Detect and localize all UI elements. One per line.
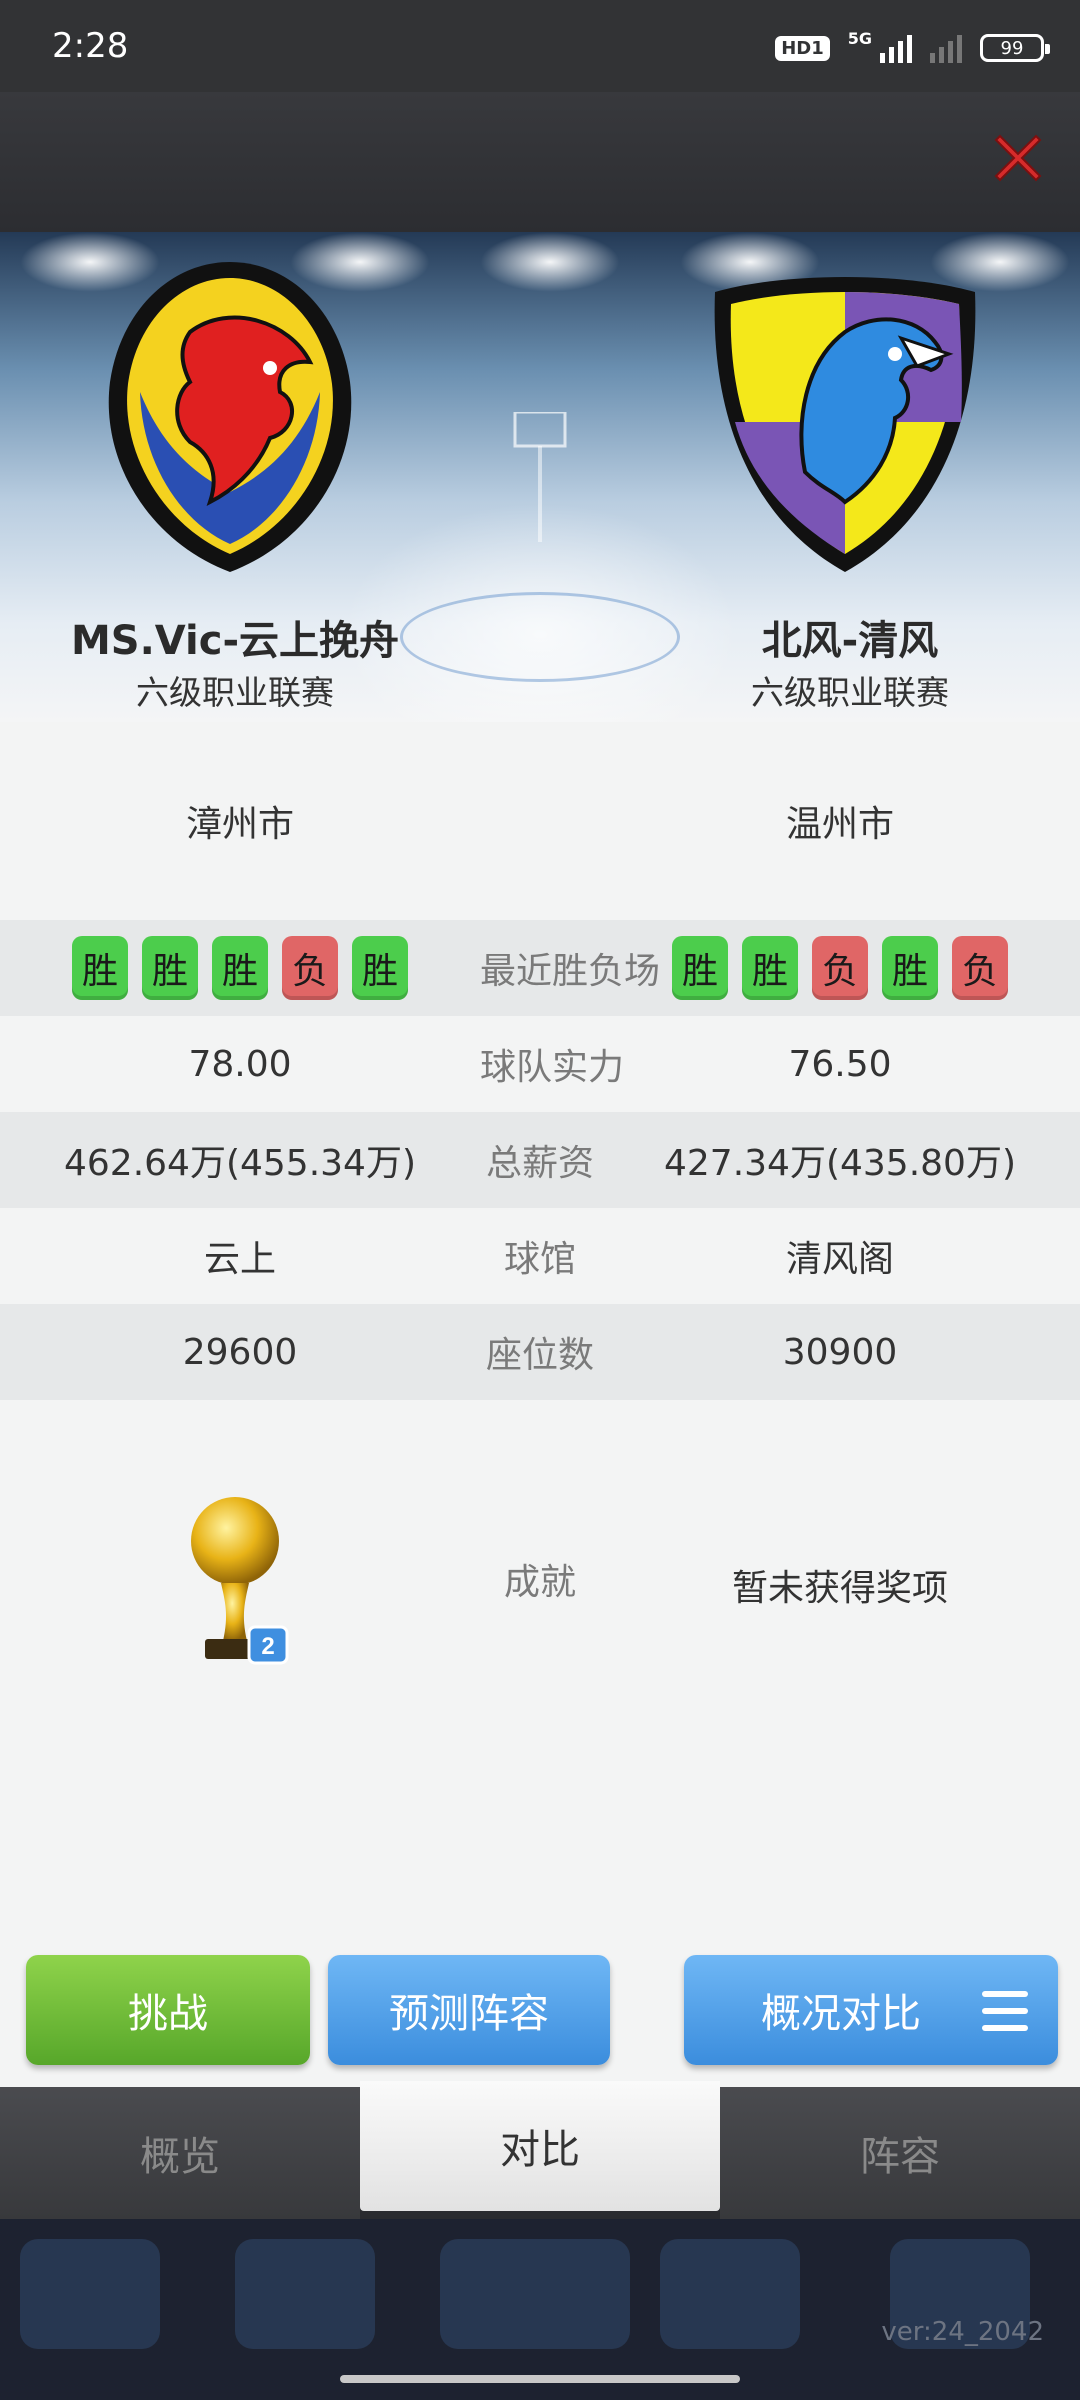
away-team-logo xyxy=(714,277,976,572)
tab-overview[interactable]: 概览 xyxy=(0,2087,360,2219)
away-salary: 427.34万(435.80万) xyxy=(663,1143,1017,1184)
home-form-badge: 负 xyxy=(282,936,338,1000)
tab-lineup[interactable]: 阵容 xyxy=(720,2087,1080,2219)
nav-item[interactable] xyxy=(235,2239,375,2349)
home-arena: 云上 xyxy=(203,1239,276,1280)
bottom-nav: ver:24_2042 xyxy=(0,2219,1080,2400)
away-seats: 30900 xyxy=(782,1331,898,1373)
nav-item[interactable] xyxy=(440,2239,630,2349)
trophy-icon[interactable]: 2 xyxy=(185,1491,295,1671)
recent-form-row: 胜 胜 胜 负 胜 最近胜负场 胜 胜 负 胜 负 xyxy=(0,920,1080,1016)
away-city: 温州市 xyxy=(785,804,894,845)
tab-compare[interactable]: 对比 xyxy=(360,2081,720,2211)
home-strength: 78.00 xyxy=(188,1043,292,1085)
team-strength-row: 78.00 球队实力 76.50 xyxy=(0,1016,1080,1112)
home-team-league: 六级职业联赛 xyxy=(136,673,334,712)
trophy-count: 2 xyxy=(261,1633,274,1660)
recent-form-label: 最近胜负场 xyxy=(480,951,661,992)
seats-label: 座位数 xyxy=(485,1335,594,1376)
top-header xyxy=(0,92,1080,232)
predict-lineup-label: 预测阵容 xyxy=(389,1991,549,2037)
away-recent-form: 胜 胜 负 胜 负 xyxy=(600,936,1080,1000)
achievement-row: 2 成就 暂未获得奖项 xyxy=(0,1400,1080,1770)
overview-compare-label: 概况对比 xyxy=(761,1991,921,2037)
home-form-badge: 胜 xyxy=(72,936,128,1000)
menu-icon[interactable] xyxy=(982,1991,1028,2031)
battery-icon: 99 xyxy=(980,34,1050,62)
tab-bar: 概览 对比 阵容 xyxy=(0,2081,1080,2219)
hd-badge: HD1 xyxy=(775,35,830,61)
achievement-label: 成就 xyxy=(503,1562,576,1603)
salary-label: 总薪资 xyxy=(485,1143,594,1184)
home-form-badge: 胜 xyxy=(352,936,408,1000)
basketball-hoop-icon xyxy=(513,412,567,542)
away-team-league: 六级职业联赛 xyxy=(751,673,949,712)
signal-2-icon xyxy=(930,33,962,63)
home-city: 漳州市 xyxy=(185,804,294,845)
battery-level: 99 xyxy=(1000,37,1024,59)
comparison-table: 漳州市 温州市 胜 胜 胜 负 胜 最近胜负场 胜 胜 负 胜 负 78.00 … xyxy=(0,722,1080,2087)
away-arena: 清风阁 xyxy=(785,1239,894,1280)
predict-lineup-button[interactable]: 预测阵容 xyxy=(328,1955,610,2065)
home-seats: 29600 xyxy=(182,1331,298,1373)
away-form-badge: 胜 xyxy=(742,936,798,1000)
home-achievement[interactable]: 2 xyxy=(0,1491,480,1680)
home-indicator[interactable] xyxy=(340,2375,740,2383)
challenge-button[interactable]: 挑战 xyxy=(26,1955,310,2065)
home-team-logo xyxy=(108,262,352,572)
signal-icon xyxy=(880,33,912,63)
close-icon[interactable] xyxy=(986,126,1050,190)
home-recent-form: 胜 胜 胜 负 胜 xyxy=(0,936,480,1000)
arena-row: 云上 球馆 清风阁 xyxy=(0,1208,1080,1304)
status-time: 2:28 xyxy=(52,26,129,66)
home-form-badge: 胜 xyxy=(142,936,198,1000)
away-form-badge: 胜 xyxy=(882,936,938,1000)
away-form-badge: 负 xyxy=(812,936,868,1000)
away-team-name: 北风-清风 xyxy=(761,618,939,664)
status-icons: HD1 5G 99 xyxy=(775,28,1050,66)
salary-row: 462.64万(455.34万) 总薪资 427.34万(435.80万) xyxy=(0,1112,1080,1208)
team-strength-label: 球队实力 xyxy=(480,1047,625,1088)
city-row: 漳州市 温州市 xyxy=(0,722,1080,920)
network-label: 5G xyxy=(847,28,872,48)
nav-item[interactable] xyxy=(20,2239,160,2349)
version-label: ver:24_2042 xyxy=(881,2317,1044,2347)
nav-item[interactable] xyxy=(660,2239,800,2349)
challenge-label: 挑战 xyxy=(128,1991,208,2037)
home-salary: 462.64万(455.34万) xyxy=(63,1143,417,1184)
home-form-badge: 胜 xyxy=(212,936,268,1000)
away-form-badge: 负 xyxy=(952,936,1008,1000)
away-achievement: 暂未获得奖项 xyxy=(731,1568,948,1609)
match-hero: MS.Vic-云上挽舟 六级职业联赛 北风-清风 六级职业联赛 xyxy=(0,232,1080,722)
arena-label: 球馆 xyxy=(503,1239,576,1280)
home-team-name: MS.Vic-云上挽舟 xyxy=(70,618,400,664)
overview-compare-button[interactable]: 概况对比 xyxy=(684,1955,1058,2065)
status-bar: 2:28 HD1 5G 99 xyxy=(0,0,1080,92)
seats-row: 29600 座位数 30900 xyxy=(0,1304,1080,1400)
away-form-badge: 胜 xyxy=(672,936,728,1000)
away-strength: 76.50 xyxy=(788,1043,892,1085)
